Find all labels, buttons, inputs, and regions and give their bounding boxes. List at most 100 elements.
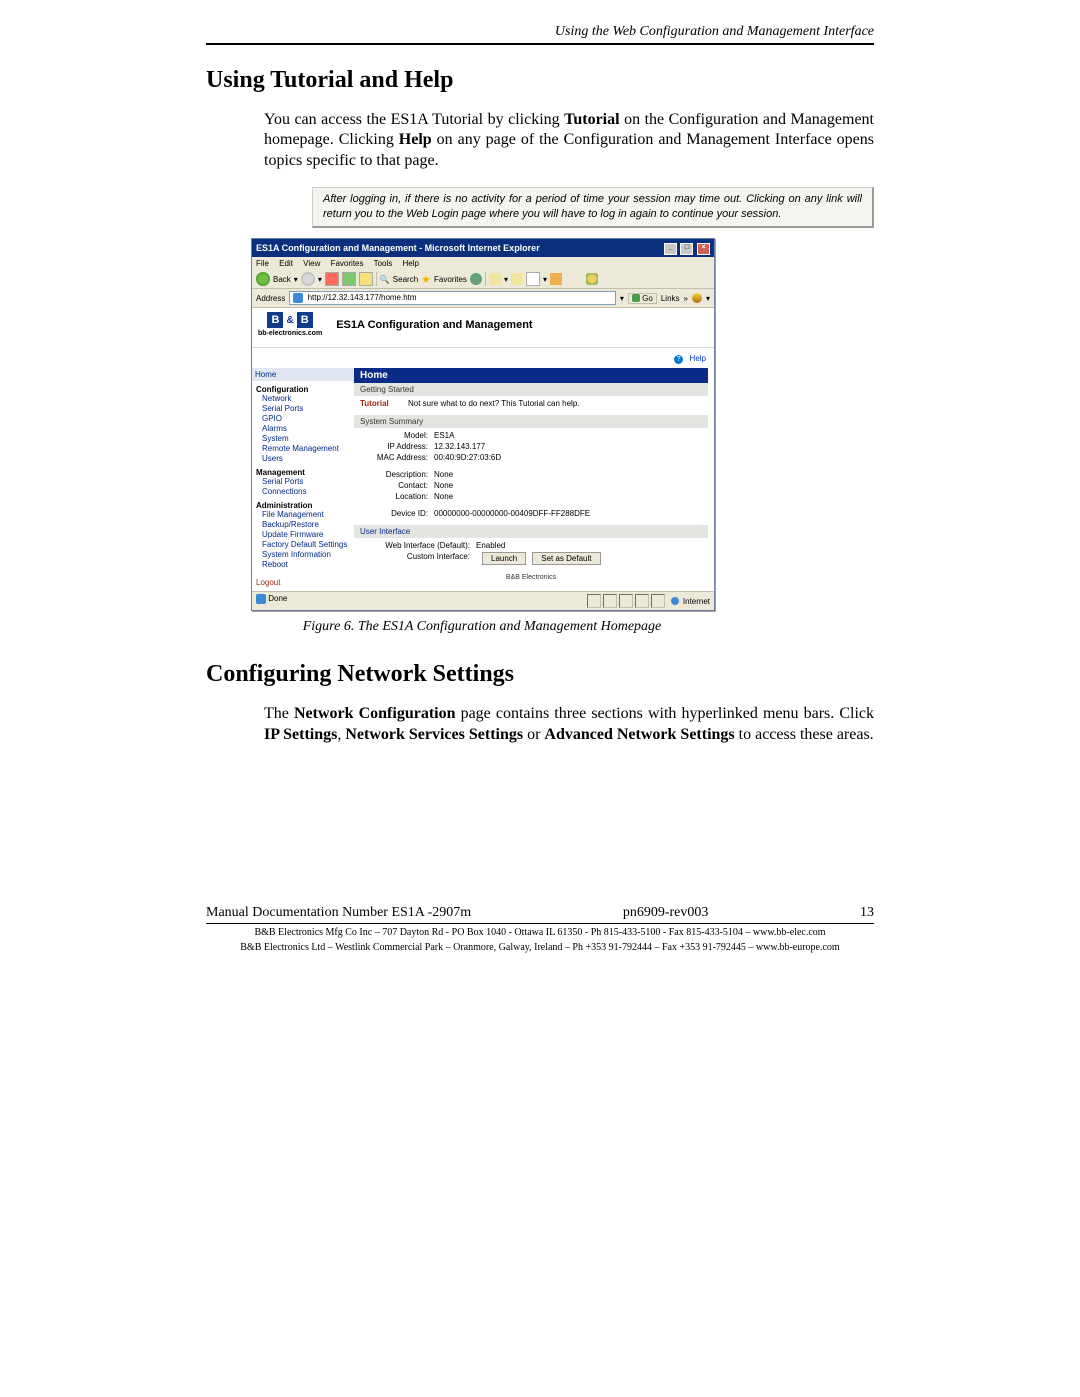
- section2-paragraph: The Network Configuration page contains …: [264, 704, 874, 745]
- app-header: B & B bb-electronics.com ES1A Configurat…: [252, 308, 714, 348]
- section1-paragraph: You can access the ES1A Tutorial by clic…: [264, 110, 874, 171]
- address-input[interactable]: http://12.32.143.177/home.htm: [289, 291, 616, 305]
- bold-help: Help: [399, 131, 432, 148]
- search-label[interactable]: Search: [393, 275, 418, 284]
- text: to access these areas.: [735, 726, 874, 743]
- bold-netconfig: Network Configuration: [294, 705, 456, 722]
- menu-favorites[interactable]: Favorites: [331, 259, 364, 268]
- menu-help[interactable]: Help: [403, 259, 419, 268]
- favorites-icon[interactable]: ★: [421, 273, 431, 286]
- desc-value: None: [434, 470, 453, 479]
- contact-value: None: [434, 481, 453, 490]
- go-button[interactable]: Go: [628, 293, 657, 304]
- zone-label: Internet: [683, 597, 710, 606]
- nav-gpio[interactable]: GPIO: [262, 414, 350, 424]
- ip-value: 12.32.143.177: [434, 442, 485, 451]
- nav-mgmt-serial[interactable]: Serial Ports: [262, 477, 350, 487]
- custom-label: Custom Interface:: [360, 552, 476, 565]
- desc-label: Description:: [360, 470, 434, 479]
- help-link[interactable]: Help: [690, 354, 706, 363]
- logo-subtitle: bb-electronics.com: [258, 330, 322, 337]
- nav-alarms[interactable]: Alarms: [262, 424, 350, 434]
- nav-group-configuration: Configuration: [256, 385, 350, 394]
- bold-tutorial: Tutorial: [564, 111, 619, 128]
- page-footer: Manual Documentation Number ES1A -2907m …: [206, 905, 874, 954]
- nav-connections[interactable]: Connections: [262, 487, 350, 497]
- back-icon[interactable]: [256, 272, 270, 286]
- webdef-label: Web Interface (Default):: [360, 541, 476, 550]
- nav-factory-default[interactable]: Factory Default Settings: [262, 540, 350, 550]
- ie-addressbar[interactable]: Address http://12.32.143.177/home.htm ▾ …: [252, 289, 714, 308]
- stop-icon[interactable]: [325, 272, 339, 286]
- app-title: ES1A Configuration and Management: [336, 319, 532, 331]
- chapter-header: Using the Web Configuration and Manageme…: [206, 24, 874, 45]
- nav-remote-management[interactable]: Remote Management: [262, 444, 350, 454]
- app-footer: B&B Electronics: [354, 574, 708, 581]
- history-icon[interactable]: [489, 273, 501, 285]
- panel-getting-started: Getting Started: [354, 383, 708, 396]
- address-label: Address: [256, 294, 285, 303]
- bb-logo: B & B bb-electronics.com: [258, 312, 322, 337]
- model-label: Model:: [360, 431, 434, 440]
- back-label[interactable]: Back: [273, 275, 291, 284]
- messenger-icon[interactable]: [586, 273, 598, 285]
- norton-icon[interactable]: [692, 293, 702, 303]
- nav-network[interactable]: Network: [262, 394, 350, 404]
- forward-icon[interactable]: [301, 272, 315, 286]
- menu-view[interactable]: View: [303, 259, 320, 268]
- nav-system[interactable]: System: [262, 434, 350, 444]
- links-label[interactable]: Links: [661, 294, 680, 303]
- close-icon[interactable]: ×: [697, 243, 710, 255]
- contact-label: Contact:: [360, 481, 434, 490]
- nav-backup-restore[interactable]: Backup/Restore: [262, 520, 350, 530]
- ie-titlebar: ES1A Configuration and Management - Micr…: [252, 239, 714, 257]
- favorites-label[interactable]: Favorites: [434, 275, 467, 284]
- launch-button[interactable]: Launch: [482, 552, 526, 565]
- mac-value: 00:40:9D:27:03:6D: [434, 453, 501, 462]
- tutorial-desc: Not sure what to do next? This Tutorial …: [408, 399, 580, 408]
- panel-user-interface: User Interface: [354, 525, 708, 538]
- mail-icon[interactable]: [511, 273, 523, 285]
- nav-logout[interactable]: Logout: [256, 578, 350, 587]
- edit-icon[interactable]: [550, 273, 562, 285]
- refresh-icon[interactable]: [342, 272, 356, 286]
- done-icon: [256, 594, 266, 604]
- nav-serial-ports[interactable]: Serial Ports: [262, 404, 350, 414]
- go-label: Go: [642, 294, 653, 303]
- maximize-icon[interactable]: □: [680, 243, 693, 255]
- nav-group-administration: Administration: [256, 501, 350, 510]
- page-icon: [293, 293, 303, 303]
- nav-reboot[interactable]: Reboot: [262, 560, 350, 570]
- location-value: None: [434, 492, 453, 501]
- status-done: Done: [268, 594, 287, 603]
- webdef-value: Enabled: [476, 541, 505, 550]
- figure-caption: Figure 6. The ES1A Configuration and Man…: [251, 619, 713, 635]
- nav-update-firmware[interactable]: Update Firmware: [262, 530, 350, 540]
- content-panel: Home Getting Started Tutorial Not sure w…: [354, 368, 714, 591]
- search-icon[interactable]: 🔍: [380, 275, 390, 284]
- tutorial-link[interactable]: Tutorial: [360, 399, 408, 408]
- menu-tools[interactable]: Tools: [374, 259, 393, 268]
- minimize-icon[interactable]: _: [664, 243, 677, 255]
- set-default-button[interactable]: Set as Default: [532, 552, 600, 565]
- ie-toolbar[interactable]: Back ▾ ▾ 🔍 Search ★ Favorites ▾ ▾: [252, 270, 714, 289]
- home-icon[interactable]: [359, 272, 373, 286]
- timeout-note: After logging in, if there is no activit…: [312, 187, 874, 228]
- nav-sidebar: Home Configuration Network Serial Ports …: [252, 368, 354, 591]
- menu-edit[interactable]: Edit: [279, 259, 293, 268]
- menu-file[interactable]: File: [256, 259, 269, 268]
- nav-home[interactable]: Home: [252, 368, 354, 381]
- help-icon[interactable]: ?: [674, 355, 683, 364]
- text: or: [523, 726, 544, 743]
- nav-system-info[interactable]: System Information: [262, 550, 350, 560]
- print-icon[interactable]: [526, 272, 540, 286]
- nav-file-management[interactable]: File Management: [262, 510, 350, 520]
- nav-group-management: Management: [256, 468, 350, 477]
- nav-users[interactable]: Users: [262, 454, 350, 464]
- window-controls[interactable]: _ □ ×: [663, 241, 710, 255]
- internet-icon: [671, 597, 679, 605]
- media-icon[interactable]: [470, 273, 482, 285]
- ie-menubar[interactable]: File Edit View Favorites Tools Help: [252, 257, 714, 270]
- devid-label: Device ID:: [360, 509, 434, 518]
- logo-b1: B: [267, 312, 283, 328]
